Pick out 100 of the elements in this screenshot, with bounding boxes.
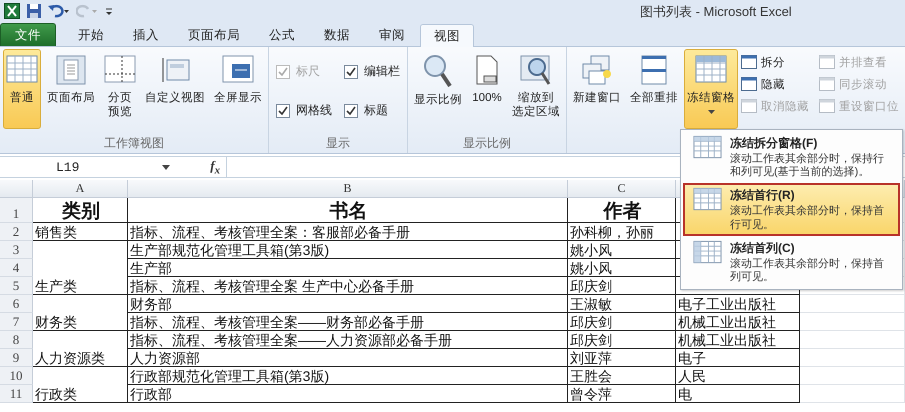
menu-item[interactable]: 冻结首列(C) 滚动工作表其余部分时，保持首列可见。 [683,236,900,288]
row-header[interactable]: 8 [0,331,33,349]
table-cell: 人力资源部 [128,349,568,367]
table-cell: 机械工业出版社 [676,313,800,331]
table-cell: 指标、流程、考核管理全案 生产中心必备手册 [128,277,568,295]
window-title: 图书列表 - Microsoft Excel [640,3,792,21]
ribbon-button[interactable]: 普通 [3,49,41,129]
window-icon [741,99,757,113]
ribbon-button[interactable]: 全屏显示 [211,49,265,129]
row-header[interactable]: 2 [0,223,33,241]
checkbox[interactable]: 标题 [344,102,400,119]
ribbon-tab[interactable]: 视图 [420,24,474,47]
row-header[interactable]: 1 [0,198,33,223]
checkbox[interactable]: 编辑栏 [344,63,400,80]
save-icon[interactable] [26,3,42,19]
menu-item-title: 冻结首列(C) [730,240,796,257]
ribbon-button[interactable]: 显示比例 [411,49,465,129]
ribbon-button[interactable]: 缩放到 选定区域 [509,49,563,129]
insert-function-button[interactable]: f$_{x}$ [210,158,220,176]
table-cell: 邱庆剑 [568,331,676,349]
group-label: 显示 [325,135,351,152]
ribbon-button[interactable]: 页面布局 [44,49,98,129]
checkbox[interactable]: 网格线 [276,102,332,119]
table-cell: 姚小风 [568,259,676,277]
column-header[interactable]: B [128,180,568,198]
ribbon-button[interactable]: 全部重排 [627,49,681,129]
table-cell: 人民 [676,367,800,385]
name-box[interactable]: L19 [0,160,140,174]
menu-item-description: 滚动工作表其余部分时，保持首行可见。 [730,205,885,232]
grid-icon [693,240,722,266]
table-cell: 邱庆剑 [568,313,676,331]
group-label: 工作簿视图 [103,135,165,152]
menu-item-title: 冻结首行(R) [730,187,796,204]
grid-icon [693,135,722,161]
table-cell: 类别 [33,198,128,223]
table-cell: 指标、流程、考核管理全案——人力资源部必备手册 [128,331,568,349]
group-label: 显示比例 [462,135,512,152]
window-icon [819,77,835,91]
table-cell: 生产部 [128,259,568,277]
row-header[interactable]: 4 [0,259,33,277]
row-header[interactable]: 5 [0,277,33,295]
table-cell: 王胜会 [568,367,676,385]
table-cell: 书名 [128,198,568,223]
row-header[interactable]: 9 [0,349,33,367]
page-icon [55,54,87,86]
window-icon [741,55,757,69]
row-header[interactable]: 3 [0,241,33,259]
menu-item[interactable]: 冻结拆分窗格(F) 滚动工作表其余部分时，保持行和列可见(基于当前的选择)。 [683,131,900,184]
table-cell: 电子 [676,349,800,367]
row-header[interactable]: 10 [0,367,33,385]
ribbon-button[interactable]: 隐藏 [741,73,809,95]
check-icon [278,66,288,76]
window-icon [741,77,757,91]
table-cell: 行政部规范化管理工具箱(第3版) [128,367,568,385]
new-window-icon [581,54,613,86]
zoom-selection-icon [520,54,552,86]
window-icon [819,55,835,69]
ribbon-button[interactable]: 冻结窗格 [684,49,738,129]
menu-item-description: 滚动工作表其余部分时，保持首列可见。 [730,258,885,284]
table-cell: 刘亚萍 [568,349,676,367]
table-cell: 指标、流程、考核管理全案：客服部必备手册 [128,223,568,241]
column-header[interactable]: A [33,180,128,198]
window-icon [819,99,835,113]
ribbon-button[interactable]: 自定义视图 [142,49,208,129]
table-cell: 行政部 [128,385,568,403]
table-cell: 电子工业出版社 [676,295,800,313]
table-cell: 财务部 [128,295,568,313]
ribbon-tab[interactable]: 页面布局 [174,23,254,46]
ribbon-button[interactable]: 拆分 [741,51,809,73]
check-icon [346,66,356,76]
table-cell: 邱庆剑 [568,277,676,295]
caret-icon [162,164,170,170]
table-cell: 指标、流程、考核管理全案——财务部必备手册 [128,313,568,331]
row-header[interactable]: 6 [0,295,33,313]
ribbon-button[interactable]: 新建窗口 [570,49,624,129]
app-logo-icon [4,3,20,19]
ribbon-button[interactable]: 分页 预览 [101,49,139,129]
column-header[interactable]: C [568,180,676,198]
magnifier-icon [422,54,454,88]
ribbon-tab[interactable]: 文件 [0,23,56,46]
ribbon-tab[interactable]: 数据 [310,23,364,46]
ribbon-tab[interactable]: 审阅 [365,23,419,46]
table-cell: 曾令萍 [568,385,676,403]
row-header[interactable]: 7 [0,313,33,331]
row-header[interactable]: 11 [0,385,33,403]
table-cell: 电 [676,385,800,403]
table-cell: 孙科柳，孙丽 [568,223,676,241]
table-cell: 作者 [568,198,676,223]
menu-item-title: 冻结拆分窗格(F) [730,135,818,152]
check-icon [346,106,356,116]
undo-icon[interactable] [48,3,70,19]
ribbon-tab[interactable]: 开始 [64,23,118,46]
table-cell: 王淑敏 [568,295,676,313]
check-icon [278,106,288,116]
ribbon-tab[interactable]: 插入 [119,23,173,46]
ribbon-tab[interactable]: 公式 [255,23,309,46]
table-cell: 姚小风 [568,241,676,259]
table-cell: 生产部规范化管理工具箱(第3版) [128,241,568,259]
menu-item[interactable]: 冻结首行(R) 滚动工作表其余部分时，保持首行可见。 [683,183,900,236]
ribbon-button[interactable]: 100% [468,49,506,129]
